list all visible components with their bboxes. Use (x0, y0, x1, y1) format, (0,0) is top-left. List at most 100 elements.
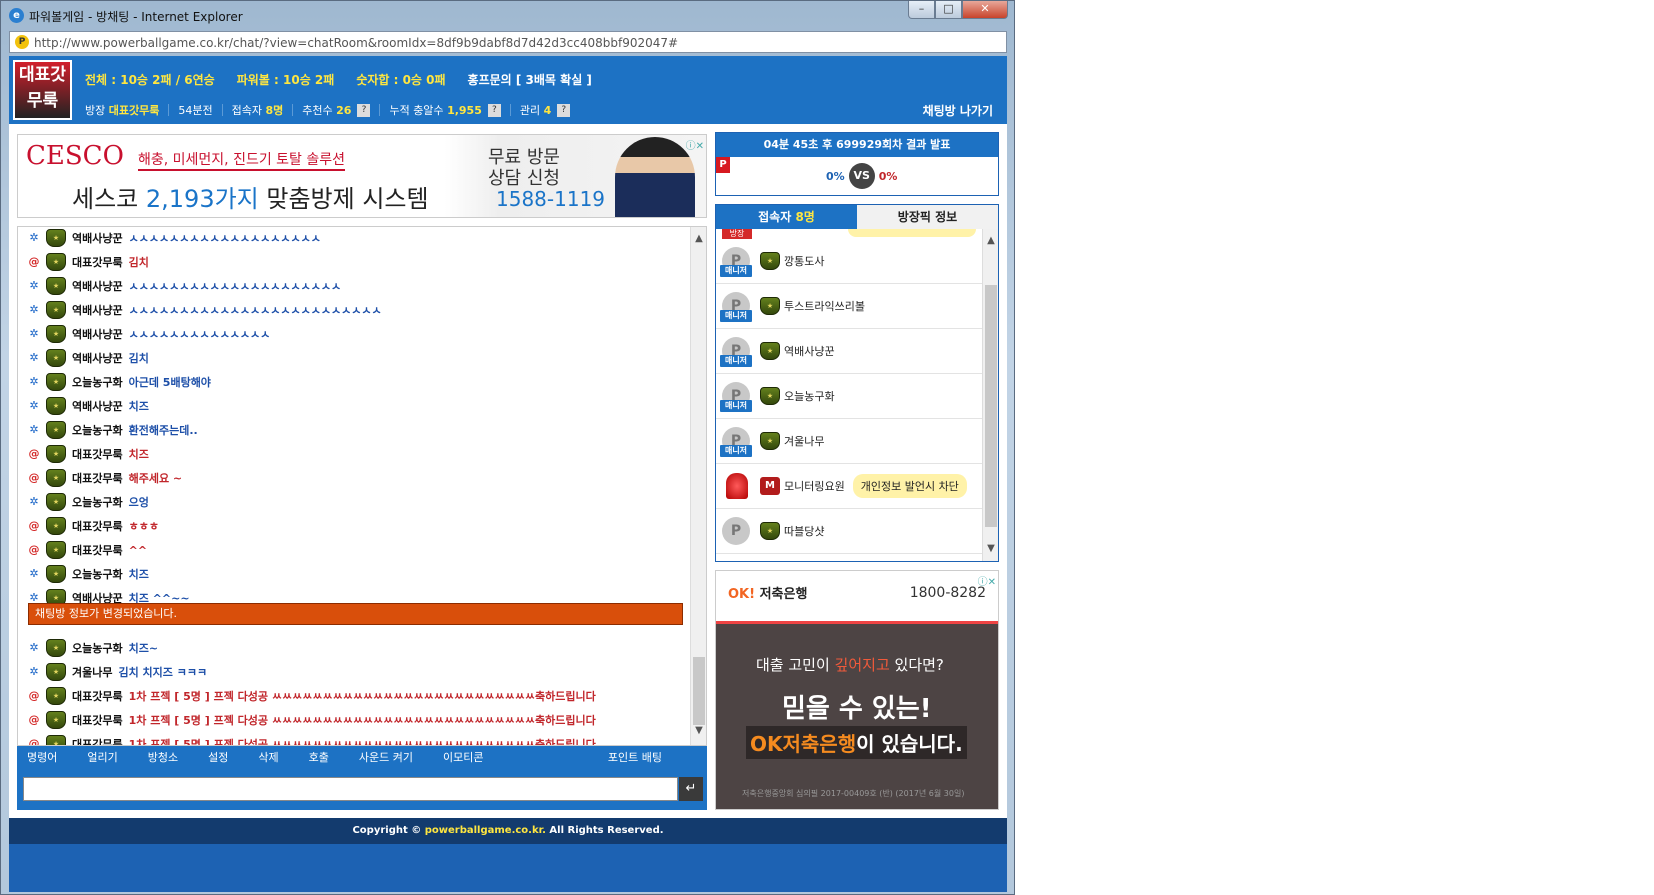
tab-users[interactable]: 접속자 8명 (716, 205, 857, 229)
level-icon: ✲ (29, 351, 39, 364)
user-row[interactable]: M 모니터링요원 개인정보 발언시 차단 (716, 464, 984, 509)
status-bubble: 개인정보 발언시 차단 (852, 474, 967, 498)
window-title: 파워볼게임 - 방채팅 - Internet Explorer (29, 10, 243, 24)
chat-text: 으엉 (128, 496, 149, 509)
chat-message: ✲ ★ 역배사냥꾼 ㅅㅅㅅㅅㅅㅅㅅㅅㅅㅅㅅㅅㅅㅅㅅㅅㅅㅅㅅㅅㅅ (26, 275, 341, 297)
user-name: 투스트라익쓰리볼 (784, 300, 865, 313)
chat-log: ✲ ★ 역배사냥꾼 ㅅㅅㅅㅅㅅㅅㅅㅅㅅㅅㅅㅅㅅㅅㅅㅅㅅㅅㅅ @ ★ 대표갓무룩 김치 ✲ ★ 역배사… (17, 226, 707, 746)
user-list-scrollbar[interactable]: ▲ ▼ (982, 229, 998, 561)
point-bet-button[interactable]: 포인트 배팅 (608, 749, 662, 765)
user-row[interactable]: P 매니저 ★ 역배사냥꾼 (716, 329, 984, 374)
chat-text: 치즈 (128, 400, 149, 413)
user-row[interactable]: P 매니저 ★ 투스트라익쓰리볼 (716, 284, 984, 329)
ad-close-icon[interactable]: ⓘ✕ (686, 137, 704, 152)
chat-message: @ ★ 대표갓무룩 ㅎㅎㅎ (26, 515, 159, 537)
rank-badge-icon: ★ (46, 421, 66, 439)
chat-nick[interactable]: 대표갓무룩 (72, 446, 123, 462)
ad-close-icon[interactable]: ⓘ✕ (978, 573, 996, 588)
chat-nick[interactable]: 역배사냥꾼 (72, 302, 123, 318)
level-icon: @ (28, 689, 40, 702)
minimize-button[interactable]: – (908, 1, 935, 19)
level-icon: ✲ (29, 279, 39, 292)
help-icon[interactable]: ? (557, 103, 571, 117)
chat-message: @ ★ 대표갓무룩 1차 프젝 [ 5명 ] 프젝 다성공 ㅆㅆㅆㅆㅆㅆㅆㅆㅆㅆㅆㅆㅆ… (26, 685, 596, 707)
chat-nick[interactable]: 대표갓무룩 (72, 542, 123, 558)
chat-nick[interactable]: 오늘농구화 (72, 374, 123, 390)
user-row[interactable]: P 매니저 ★ 겨울나무 (716, 419, 984, 464)
level-icon: @ (28, 447, 40, 460)
chat-text: 1차 프젝 [ 5명 ] 프젝 다성공 ㅆㅆㅆㅆㅆㅆㅆㅆㅆㅆㅆㅆㅆㅆㅆㅆㅆㅆㅆㅆ… (128, 690, 596, 703)
chat-nick[interactable]: 오늘농구화 (72, 422, 123, 438)
ok-bank-ad-banner[interactable]: OK! 저축은행 1800-8282 ⓘ✕ 대출 고민이 깊어지고 있다면? 믿… (715, 570, 999, 810)
manager-badge: 매니저 (720, 445, 752, 457)
rank-badge-icon: ★ (760, 297, 780, 315)
user-row[interactable]: P 매니저 ★ 깡통도사 (716, 239, 984, 284)
chat-nick[interactable]: 대표갓무룩 (72, 518, 123, 534)
rank-badge-icon: ★ (46, 253, 66, 271)
browser-window: e 파워볼게임 - 방채팅 - Internet Explorer – □ ✕ … (0, 0, 1015, 895)
help-icon[interactable]: ? (357, 103, 371, 117)
send-enter-icon[interactable]: ↵ (679, 777, 703, 801)
menu-sound[interactable]: 사운드 켜기 (359, 749, 413, 765)
chat-scrollbar[interactable]: ▲ ▼ (690, 227, 706, 745)
scroll-thumb[interactable] (985, 285, 997, 527)
footer: Copyright © powerballgame.co.kr. All Rig… (9, 818, 1007, 844)
scroll-down-icon[interactable]: ▼ (691, 725, 706, 741)
user-name: 역배사냥꾼 (784, 345, 835, 358)
level-icon: ✲ (29, 327, 39, 340)
chat-nick[interactable]: 대표갓무룩 (72, 254, 123, 270)
chat-nick[interactable]: 오늘농구화 (72, 640, 123, 656)
help-icon[interactable]: ? (487, 103, 501, 117)
menu-settings[interactable]: 설정 (208, 749, 228, 765)
chat-nick[interactable]: 오늘농구화 (72, 566, 123, 582)
menu-delete[interactable]: 삭제 (258, 749, 278, 765)
close-button[interactable]: ✕ (962, 1, 1008, 19)
ad-person-image (615, 137, 695, 217)
level-icon: @ (28, 737, 40, 746)
chat-nick[interactable]: 역배사냥꾼 (72, 350, 123, 366)
owner-badge: 방장 (722, 229, 752, 239)
chat-nick[interactable]: 오늘농구화 (72, 494, 123, 510)
chat-nick[interactable]: 역배사냥꾼 (72, 326, 123, 342)
menu-emoticon[interactable]: 이모티콘 (443, 749, 483, 765)
room-owner: 대표갓무룩 (108, 104, 160, 117)
menu-call[interactable]: 호출 (309, 749, 329, 765)
chat-nick[interactable]: 겨울나무 (72, 664, 112, 680)
rank-badge-icon: ★ (46, 663, 66, 681)
menu-commands[interactable]: 명령어 (27, 749, 57, 765)
monitor-badge-icon: M (760, 477, 780, 495)
user-row[interactable]: P 매니저 ★ 오늘농구화 (716, 374, 984, 419)
exit-room-button[interactable]: 채팅방 나가기 (923, 102, 993, 119)
scroll-up-icon[interactable]: ▲ (691, 233, 706, 249)
recommend-count: 26 (336, 103, 352, 117)
cesco-ad-banner[interactable]: CESCO 해충, 미세먼지, 진드기 토탈 솔루션 세스코 2,193가지 맞… (17, 134, 707, 218)
chat-nick[interactable]: 역배사냥꾼 (72, 230, 123, 246)
chat-text: ㅅㅅㅅㅅㅅㅅㅅㅅㅅㅅㅅㅅㅅㅅㅅㅅㅅㅅㅅㅅㅅㅅㅅㅅㅅ (128, 304, 382, 317)
chat-nick[interactable]: 역배사냥꾼 (72, 278, 123, 294)
chat-nick[interactable]: 역배사냥꾼 (72, 398, 123, 414)
menu-freeze[interactable]: 얼리기 (87, 749, 117, 765)
tab-owner-pick[interactable]: 방장픽 정보 (857, 205, 998, 229)
user-list-panel: 접속자 8명 방장픽 정보 방장 P 매니저 ★ 깡통도사 P 매니저 ★ 투스트라익쓰리볼 P… (715, 204, 999, 562)
scroll-thumb[interactable] (693, 657, 705, 725)
address-bar[interactable]: P http://www.powerballgame.co.kr/chat/?v… (9, 31, 1007, 53)
rank-badge-icon: ★ (46, 469, 66, 487)
chat-nick[interactable]: 대표갓무룩 (72, 712, 123, 728)
menu-clear[interactable]: 방청소 (148, 749, 178, 765)
user-avatar: P 매니저 (720, 337, 752, 367)
room-info: 방장 대표갓무룩 54분전 접속자 8명 추천수 26? 누적 충알수 1,95… (85, 102, 571, 118)
chat-nick[interactable]: 대표갓무룩 (72, 736, 123, 745)
level-icon: @ (28, 471, 40, 484)
chat-nick[interactable]: 대표갓무룩 (72, 470, 123, 486)
room-age: 54분전 (178, 104, 213, 117)
chat-text: 해주세요 ~ (128, 472, 183, 485)
scroll-up-icon[interactable]: ▲ (983, 235, 998, 251)
user-row[interactable]: P ★ 따블당샷 (716, 509, 984, 554)
maximize-button[interactable]: □ (935, 1, 962, 19)
scroll-down-icon[interactable]: ▼ (983, 543, 998, 559)
chat-input[interactable] (23, 777, 678, 801)
level-icon: ✲ (29, 641, 39, 654)
siren-icon (726, 473, 748, 499)
chat-nick[interactable]: 대표갓무룩 (72, 688, 123, 704)
main-area: CESCO 해충, 미세먼지, 진드기 토탈 솔루션 세스코 2,193가지 맞… (9, 124, 1007, 818)
